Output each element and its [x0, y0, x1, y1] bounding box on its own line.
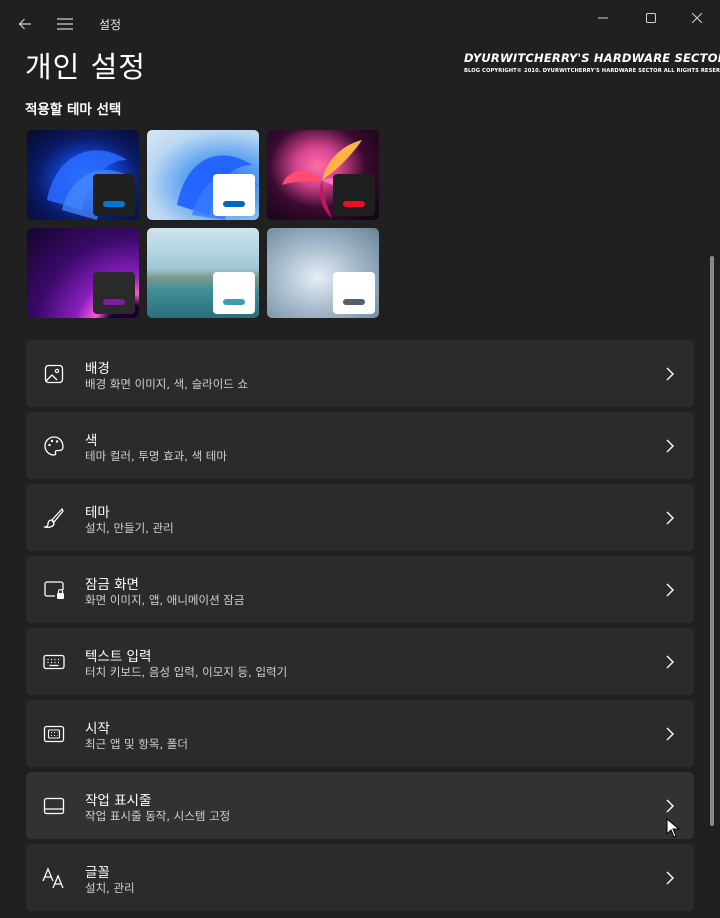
chevron-right-icon	[666, 583, 674, 597]
chevron-right-icon	[666, 439, 674, 453]
chevron-right-icon	[666, 367, 674, 381]
navigation-menu-button[interactable]	[50, 10, 80, 38]
chevron-right-icon	[666, 655, 674, 669]
minimize-icon	[598, 17, 608, 19]
theme-preview-swatch	[93, 174, 135, 216]
mouse-cursor-icon	[666, 818, 680, 838]
accent-color-bar	[223, 201, 245, 207]
chevron-right-icon	[666, 511, 674, 525]
settings-item-label: 테마	[85, 505, 110, 521]
settings-item-background[interactable]: 배경 배경 화면 이미지, 색, 슬라이드 쇼	[26, 340, 694, 407]
theme-preview-swatch	[333, 174, 375, 216]
settings-item-description: 작업 표시줄 동작, 시스템 고정	[85, 809, 231, 823]
settings-item-label: 글꼴	[85, 865, 110, 881]
watermark: DYURWITCHERRY'S HARDWARE SECTOR BLOG COP…	[464, 51, 720, 74]
palette-icon	[42, 434, 66, 458]
chevron-right-icon	[666, 871, 674, 885]
vertical-scrollbar[interactable]	[710, 256, 714, 826]
settings-item-label: 시작	[85, 721, 110, 737]
watermark-title: DYURWITCHERRY'S HARDWARE SECTOR	[464, 51, 720, 65]
theme-section-heading: 적용할 테마 선택	[25, 102, 122, 118]
hamburger-menu-icon	[57, 18, 73, 30]
title-bar: 설정	[0, 0, 720, 46]
settings-item-description: 설치, 만들기, 관리	[85, 521, 174, 535]
app-title: 설정	[99, 18, 122, 32]
page-title: 개인 설정	[25, 50, 146, 84]
paintbrush-icon	[42, 506, 66, 530]
back-button[interactable]	[10, 10, 40, 38]
theme-thumbnail-5[interactable]	[147, 228, 259, 318]
settings-item-description: 테마 컬러, 투명 효과, 색 테마	[85, 449, 227, 463]
settings-item-description: 배경 화면 이미지, 색, 슬라이드 쇼	[85, 377, 249, 391]
theme-thumbnail-1[interactable]	[27, 130, 139, 220]
accent-color-bar	[343, 201, 365, 207]
back-arrow-icon	[18, 18, 31, 30]
watermark-copyright: BLOG COPYRIGHT© 2010. DYURWITCHERRY'S HA…	[464, 68, 720, 74]
settings-item-label: 색	[85, 433, 98, 449]
close-button[interactable]	[682, 6, 712, 30]
theme-preview-swatch	[333, 272, 375, 314]
lock-screen-icon	[42, 578, 66, 602]
accent-color-bar	[103, 299, 125, 305]
theme-thumbnail-6[interactable]	[267, 228, 379, 318]
settings-item-description: 설치, 관리	[85, 881, 135, 895]
chevron-right-icon	[666, 799, 674, 813]
settings-item-taskbar[interactable]: 작업 표시줄 작업 표시줄 동작, 시스템 고정	[26, 772, 694, 839]
settings-item-fonts[interactable]: 글꼴 설치, 관리	[26, 844, 694, 911]
theme-preview-swatch	[213, 272, 255, 314]
settings-item-description: 터치 키보드, 음성 입력, 이모지 등, 입력기	[85, 665, 288, 679]
settings-item-description: 최근 앱 및 항목, 폴더	[85, 737, 188, 751]
chevron-right-icon	[666, 727, 674, 741]
settings-item-label: 작업 표시줄	[85, 793, 152, 809]
theme-preview-swatch	[213, 174, 255, 216]
accent-color-bar	[343, 299, 365, 305]
fonts-icon	[42, 866, 66, 890]
picture-icon	[42, 362, 66, 386]
settings-item-start[interactable]: 시작 최근 앱 및 항목, 폴더	[26, 700, 694, 767]
keyboard-icon	[42, 650, 66, 674]
close-icon	[692, 13, 702, 23]
theme-thumbnail-3[interactable]	[267, 130, 379, 220]
settings-item-themes[interactable]: 테마 설치, 만들기, 관리	[26, 484, 694, 551]
settings-item-label: 텍스트 입력	[85, 649, 152, 665]
settings-item-label: 잠금 화면	[85, 577, 139, 593]
settings-item-text-input[interactable]: 텍스트 입력 터치 키보드, 음성 입력, 이모지 등, 입력기	[26, 628, 694, 695]
accent-color-bar	[103, 201, 125, 207]
accent-color-bar	[223, 299, 245, 305]
maximize-icon	[646, 13, 656, 23]
settings-item-colors[interactable]: 색 테마 컬러, 투명 효과, 색 테마	[26, 412, 694, 479]
theme-thumbnail-2[interactable]	[147, 130, 259, 220]
minimize-button[interactable]	[588, 6, 618, 30]
theme-thumbnail-4[interactable]	[27, 228, 139, 318]
start-menu-icon	[42, 722, 66, 746]
settings-item-label: 배경	[85, 361, 110, 377]
settings-item-description: 화면 이미지, 앱, 애니메이션 잠금	[85, 593, 245, 607]
settings-item-lock-screen[interactable]: 잠금 화면 화면 이미지, 앱, 애니메이션 잠금	[26, 556, 694, 623]
taskbar-icon	[42, 794, 66, 818]
theme-preview-swatch	[93, 272, 135, 314]
maximize-button[interactable]	[636, 6, 666, 30]
